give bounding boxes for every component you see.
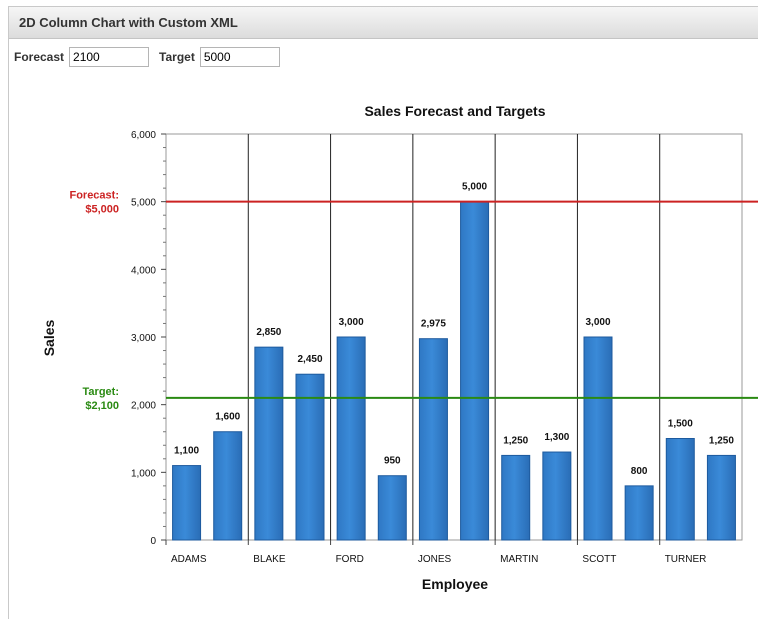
- bar: [336, 336, 366, 541]
- x-tick-label: SCOTT: [582, 554, 616, 565]
- bar-value-label: 3,000: [585, 317, 610, 328]
- plot-frame: [165, 133, 743, 541]
- y-axis-label: Sales: [41, 319, 57, 356]
- bar: [172, 465, 202, 541]
- bar: [665, 438, 695, 541]
- bar-value-label: 3,000: [339, 317, 364, 328]
- reference-line-label: Target:: [83, 386, 119, 398]
- bar-value-label: 1,250: [709, 435, 734, 446]
- bar: [213, 431, 243, 541]
- bar: [418, 338, 448, 541]
- x-tick-label: MARTIN: [500, 554, 538, 565]
- y-tick-label: 3,000: [131, 333, 156, 344]
- x-axis-label: Employee: [422, 576, 488, 592]
- reference-line-label: Forecast:: [69, 190, 119, 202]
- bar: [501, 454, 531, 541]
- bar: [377, 475, 407, 541]
- y-tick-label: 0: [150, 536, 156, 547]
- bar: [624, 485, 654, 541]
- x-tick-label: TURNER: [665, 554, 707, 565]
- bar: [583, 336, 613, 541]
- bar-value-label: 1,250: [503, 435, 528, 446]
- x-tick-label: BLAKE: [253, 554, 286, 565]
- y-tick-label: 6,000: [131, 130, 156, 141]
- bar-value-label: 2,975: [421, 319, 446, 330]
- bar: [254, 346, 284, 541]
- bar: [460, 201, 490, 541]
- bar-value-label: 1,600: [215, 412, 240, 423]
- x-tick-label: FORD: [336, 554, 364, 565]
- bar-value-label: 2,850: [256, 327, 281, 338]
- x-tick-label: ADAMS: [171, 554, 207, 565]
- reference-line-value: $2,100: [85, 400, 119, 412]
- bar-value-label: 5,000: [462, 182, 487, 193]
- y-tick-label: 4,000: [131, 265, 156, 276]
- plot-area: 0 1,000 2,000 3,000 4,000 5,000 6,000 1,100 1,60…: [69, 130, 758, 565]
- y-tick-label: 5,000: [131, 198, 156, 209]
- bar: [706, 454, 736, 541]
- bar: [295, 373, 325, 541]
- reference-line-value: $5,000: [85, 204, 119, 216]
- bar-value-label: 1,300: [544, 432, 569, 443]
- chart-title: Sales Forecast and Targets: [364, 103, 545, 119]
- column-chart: Sales Forecast and Targets Sales Employe…: [41, 103, 758, 592]
- bar: [542, 451, 572, 541]
- bar-value-label: 800: [631, 466, 648, 477]
- y-tick-label: 1,000: [131, 468, 156, 479]
- bar-value-label: 2,450: [297, 354, 322, 365]
- bar-value-label: 1,100: [174, 446, 199, 457]
- bar-value-label: 1,500: [668, 419, 693, 430]
- x-tick-label: JONES: [418, 554, 452, 565]
- bar-value-label: 950: [384, 456, 401, 467]
- y-tick-label: 2,000: [131, 401, 156, 412]
